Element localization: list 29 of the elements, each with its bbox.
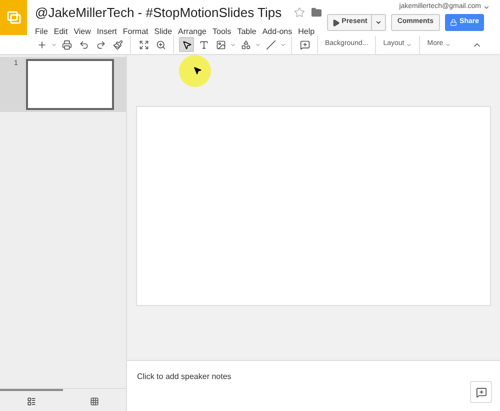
menu-item[interactable]: Tools <box>212 26 232 38</box>
filmstrip-icon <box>27 396 36 406</box>
caret-icon[interactable] <box>483 4 490 11</box>
slides-logo-icon <box>6 10 20 24</box>
play-icon <box>332 18 340 26</box>
menu-item[interactable]: Slide <box>154 26 172 38</box>
caret-icon <box>445 42 452 48</box>
add-comment-icon <box>476 386 486 398</box>
cursor-icon <box>193 66 202 75</box>
lock-icon <box>450 19 457 26</box>
menu-item[interactable]: File <box>35 26 48 38</box>
menu-item[interactable]: Edit <box>54 26 68 38</box>
folder-icon[interactable] <box>310 7 322 18</box>
menu-item[interactable]: Table <box>237 26 256 38</box>
menu-item[interactable]: Add-ons <box>262 26 292 38</box>
menu-item[interactable]: Arrange <box>178 26 207 38</box>
caret-icon <box>406 42 412 48</box>
menu-item[interactable]: Insert <box>96 26 117 38</box>
explore-button[interactable] <box>470 381 492 403</box>
slide-thumbnail[interactable] <box>26 59 114 110</box>
caret-icon <box>375 19 382 26</box>
speaker-notes-field[interactable]: Click to add speaker notes <box>137 371 232 411</box>
menu-item[interactable]: View <box>74 26 91 38</box>
menu-item[interactable]: Format <box>122 26 148 38</box>
menu-item[interactable]: Help <box>298 26 315 38</box>
star-icon[interactable] <box>294 7 305 18</box>
grid-icon <box>90 396 99 406</box>
document-title[interactable]: @JakeMillerTech - #StopMotionSlides Tips <box>35 3 282 22</box>
pointer-icon[interactable] <box>179 37 194 52</box>
